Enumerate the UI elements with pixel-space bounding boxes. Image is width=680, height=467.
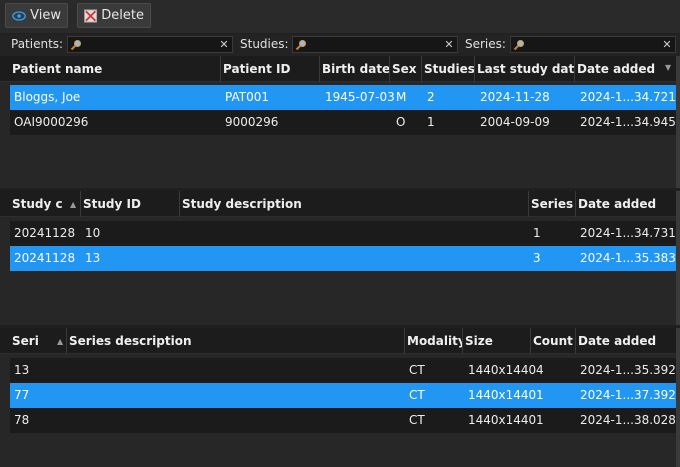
cell-modality: CT <box>409 413 425 427</box>
series-table-header: Seri ▲ Series description Modality Size … <box>0 328 680 354</box>
clear-patients-filter-icon[interactable]: ✕ <box>218 38 230 51</box>
header-date-added[interactable]: Date added <box>576 328 676 354</box>
cell-series-number: 13 <box>14 363 30 377</box>
search-icon <box>295 39 306 50</box>
cell-last-study-date: 2024-11-28 <box>480 90 550 104</box>
header-study-description[interactable]: Study description <box>180 191 529 217</box>
cell-series-number: 77 <box>14 388 30 402</box>
sort-descending-icon: ▼ <box>665 63 672 72</box>
table-row[interactable]: 20241128 13 3 2024-1...35.383 <box>10 246 676 271</box>
cell-date-added: 2024-1...34.945 <box>580 115 676 129</box>
studies-table-header: Study с ▲ Study ID Study description Ser… <box>0 191 680 217</box>
table-row[interactable]: 78 CT 1440x1440 1 2024-1...38.028 <box>10 408 676 433</box>
studies-filter: ✕ <box>292 36 458 53</box>
patients-filter-input[interactable] <box>82 37 218 52</box>
view-button-label: View <box>30 8 61 23</box>
sort-ascending-icon: ▲ <box>70 200 77 209</box>
header-series-count[interactable]: Series <box>529 191 576 217</box>
cell-patient-name: Bloggs, Joe <box>14 90 81 104</box>
patients-scrollbar[interactable] <box>676 56 680 188</box>
header-studies[interactable]: Studies <box>422 56 475 82</box>
series-scrollbar[interactable] <box>676 328 680 467</box>
cell-study-id: 13 <box>85 251 101 265</box>
cell-study-date: 20241128 <box>14 251 76 265</box>
table-row[interactable]: OAI9000296 9000296 O 1 2004-09-09 2024-1… <box>10 110 676 135</box>
header-patient-id[interactable]: Patient ID <box>221 56 320 82</box>
cell-modality: CT <box>409 363 425 377</box>
cell-date-added: 2024-1...38.028 <box>580 413 676 427</box>
header-patient-name[interactable]: Patient name <box>10 56 221 82</box>
delete-button-label: Delete <box>101 8 144 23</box>
table-row[interactable]: 77 CT 1440x1440 1 2024-1...37.392 <box>10 383 676 408</box>
table-row[interactable]: Bloggs, Joe PAT001 1945-07-03 M 2 2024-1… <box>10 85 676 110</box>
series-filter-label: Series: <box>465 37 506 51</box>
header-study-id[interactable]: Study ID <box>81 191 180 217</box>
cell-series-number: 78 <box>14 413 30 427</box>
cell-size: 1440x1440 <box>468 388 537 402</box>
header-date-added[interactable]: Date added <box>575 56 676 82</box>
delete-icon <box>84 8 98 23</box>
header-date-added[interactable]: Date added <box>576 191 676 217</box>
patients-table-header: Patient name Patient ID Birth date Sex S… <box>0 56 680 82</box>
cell-sex: O <box>396 115 406 129</box>
filter-bar: Patients: ✕ Studies: ✕ Series: ✕ <box>0 34 680 56</box>
clear-series-filter-icon[interactable]: ✕ <box>661 38 673 51</box>
series-table: Seri ▲ Series description Modality Size … <box>0 328 680 467</box>
patients-table: Patient name Patient ID Birth date Sex S… <box>0 56 680 188</box>
cell-size: 1440x1440 <box>468 413 537 427</box>
cell-patient-id: PAT001 <box>225 90 269 104</box>
cell-patient-id: 9000296 <box>225 115 279 129</box>
header-count[interactable]: Count <box>531 328 576 354</box>
cell-date-added: 2024-1...34.731 <box>580 226 676 240</box>
patients-filter-label: Patients: <box>11 37 64 51</box>
cell-count: 1 <box>536 388 544 402</box>
cell-studies: 1 <box>427 115 435 129</box>
cell-date-added: 2024-1...35.383 <box>580 251 676 265</box>
studies-filter-input[interactable] <box>307 37 443 52</box>
eye-icon <box>12 10 26 21</box>
delete-button[interactable]: Delete <box>77 3 151 28</box>
cell-study-id: 10 <box>85 226 101 240</box>
header-modality[interactable]: Modality <box>405 328 463 354</box>
cell-date-added: 2024-1...35.392 <box>580 363 676 377</box>
cell-date-added: 2024-1...37.392 <box>580 388 676 402</box>
cell-size: 1440x1440 <box>468 363 537 377</box>
search-icon <box>513 39 524 50</box>
sort-ascending-icon: ▲ <box>57 337 64 346</box>
cell-study-date: 20241128 <box>14 226 76 240</box>
cell-birth-date: 1945-07-03 <box>325 90 395 104</box>
cell-patient-name: OAI9000296 <box>14 115 89 129</box>
table-row[interactable]: 20241128 10 1 2024-1...34.731 <box>10 221 676 246</box>
cell-date-added: 2024-1...34.721 <box>580 90 676 104</box>
header-series-description[interactable]: Series description <box>67 328 405 354</box>
cell-studies: 2 <box>427 90 435 104</box>
header-sex[interactable]: Sex <box>390 56 422 82</box>
header-last-study-date[interactable]: Last study date <box>475 56 575 82</box>
studies-table: Study с ▲ Study ID Study description Ser… <box>0 191 680 325</box>
clear-studies-filter-icon[interactable]: ✕ <box>443 38 455 51</box>
search-icon <box>70 39 81 50</box>
cell-count: 1 <box>536 413 544 427</box>
cell-sex: M <box>396 90 407 104</box>
cell-last-study-date: 2004-09-09 <box>480 115 550 129</box>
toolbar: View Delete <box>0 0 680 33</box>
cell-series-count: 1 <box>533 226 541 240</box>
cell-count: 4 <box>536 363 544 377</box>
header-size[interactable]: Size <box>463 328 531 354</box>
series-filter-input[interactable] <box>525 37 661 52</box>
cell-series-count: 3 <box>533 251 541 265</box>
studies-filter-label: Studies: <box>240 37 289 51</box>
table-row[interactable]: 13 CT 1440x1440 4 2024-1...35.392 <box>10 358 676 383</box>
patients-filter: ✕ <box>67 36 233 53</box>
header-birth-date[interactable]: Birth date <box>320 56 390 82</box>
view-button[interactable]: View <box>5 3 68 28</box>
cell-modality: CT <box>409 388 425 402</box>
studies-scrollbar[interactable] <box>676 191 680 325</box>
series-filter: ✕ <box>510 36 676 53</box>
